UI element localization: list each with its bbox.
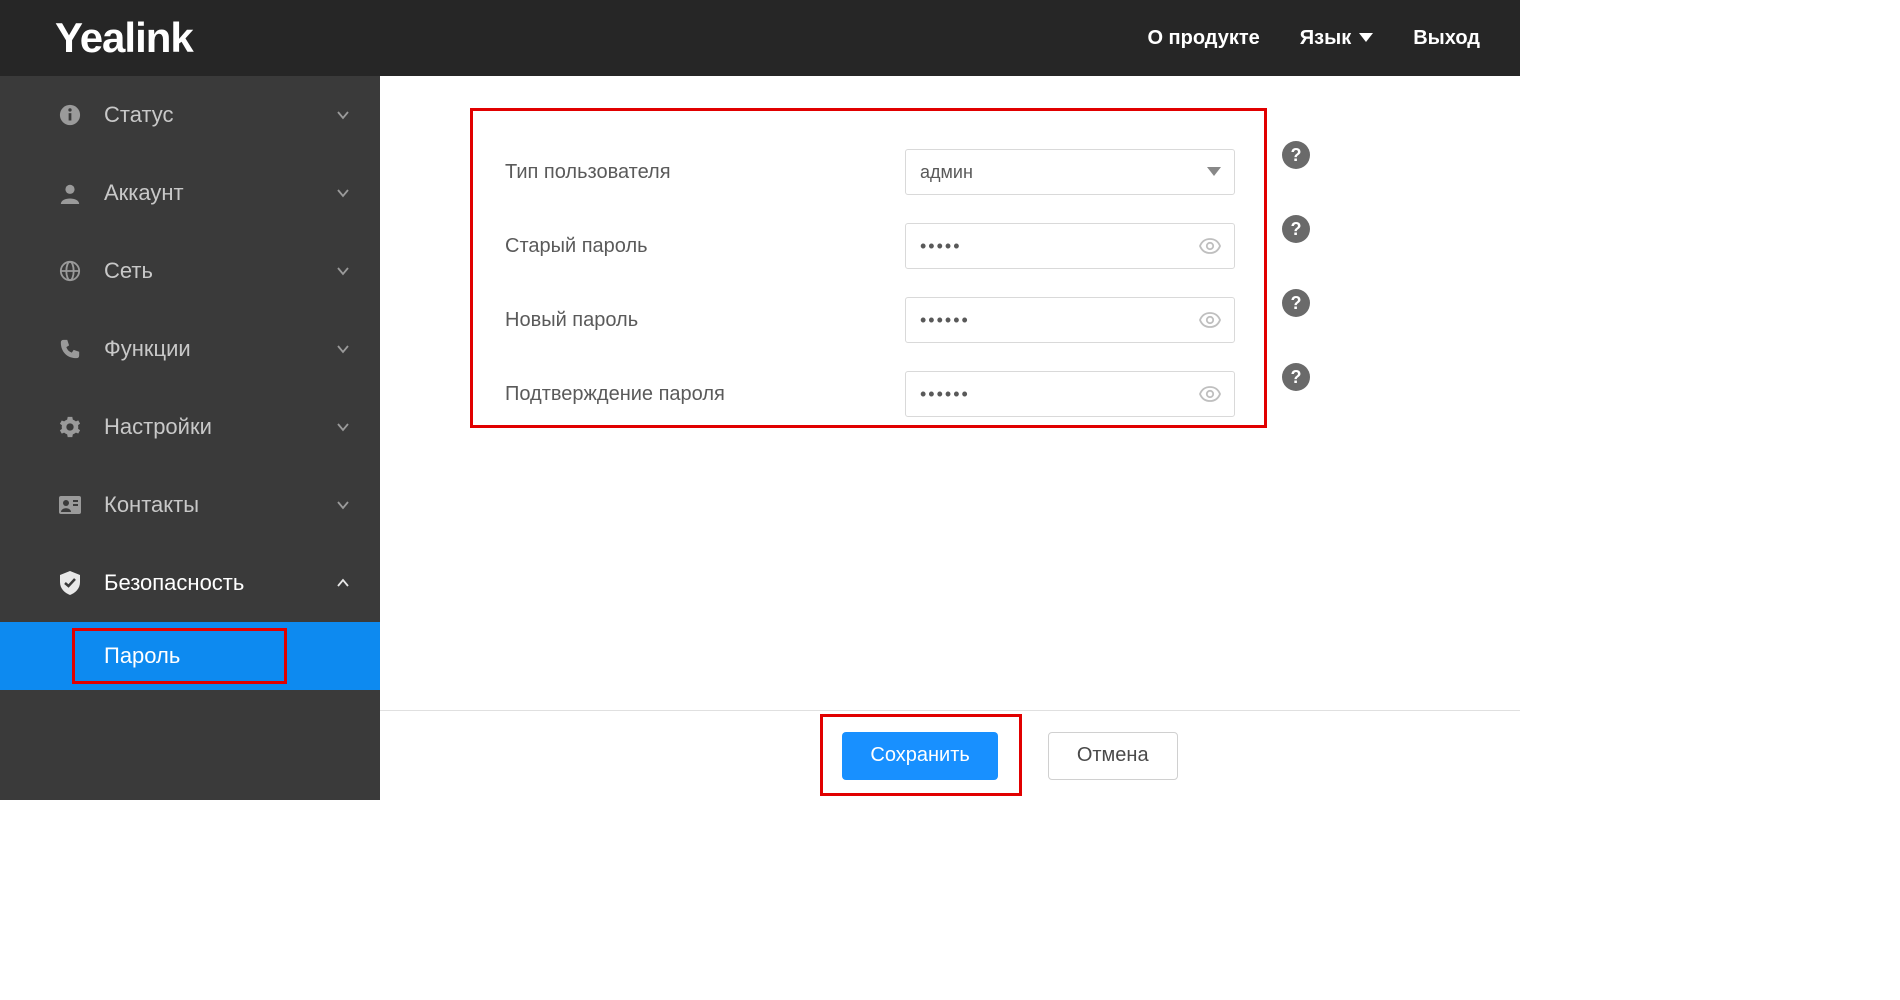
cancel-button[interactable]: Отмена (1048, 732, 1178, 780)
contacts-icon (56, 491, 84, 519)
sidebar-sub-password[interactable]: Пароль (0, 622, 380, 690)
help-icon[interactable]: ? (1282, 363, 1310, 391)
old-password-label: Старый пароль (505, 235, 905, 258)
about-label: О продукте (1147, 27, 1259, 50)
sidebar-label: Функции (104, 336, 336, 362)
logout-link[interactable]: Выход (1413, 27, 1480, 50)
help-icon[interactable]: ? (1282, 141, 1310, 169)
caret-down-icon (1359, 33, 1373, 43)
new-password-value: •••••• (920, 310, 970, 331)
sidebar-label: Аккаунт (104, 180, 336, 206)
chevron-down-icon (336, 342, 350, 356)
about-link[interactable]: О продукте (1147, 27, 1259, 50)
row-confirm-password: Подтверждение пароля •••••• (505, 357, 1248, 431)
row-user-type: Тип пользователя админ (505, 135, 1248, 209)
header-bar: Yealink О продукте Язык Выход (0, 0, 1520, 76)
info-icon (56, 101, 84, 129)
confirm-password-value: •••••• (920, 384, 970, 405)
user-type-label: Тип пользователя (505, 161, 905, 184)
chevron-down-icon (336, 108, 350, 122)
confirm-password-label: Подтверждение пароля (505, 383, 905, 406)
confirm-password-input[interactable]: •••••• (905, 371, 1235, 417)
chevron-up-icon (336, 576, 350, 590)
eye-icon[interactable] (1199, 238, 1221, 254)
chevron-down-icon (336, 264, 350, 278)
sidebar-label: Безопасность (104, 570, 336, 596)
sidebar-item-status[interactable]: Статус (0, 76, 380, 154)
user-icon (56, 179, 84, 207)
footer-actions: Сохранить Отмена (380, 710, 1520, 800)
chevron-down-icon (336, 186, 350, 200)
sidebar: Статус Аккаунт Сеть Функции Настройки (0, 76, 380, 800)
language-menu[interactable]: Язык (1300, 27, 1373, 50)
sidebar-label: Контакты (104, 492, 336, 518)
phone-icon (56, 335, 84, 363)
logout-label: Выход (1413, 27, 1480, 50)
form-highlight-box: Тип пользователя админ Старый пароль •••… (470, 108, 1267, 428)
sidebar-sub-label: Пароль (104, 643, 180, 669)
gear-icon (56, 413, 84, 441)
eye-icon[interactable] (1199, 312, 1221, 328)
row-new-password: Новый пароль •••••• (505, 283, 1248, 357)
chevron-down-icon (336, 420, 350, 434)
sidebar-item-account[interactable]: Аккаунт (0, 154, 380, 232)
row-old-password: Старый пароль ••••• (505, 209, 1248, 283)
save-button[interactable]: Сохранить (842, 732, 997, 780)
eye-icon[interactable] (1199, 386, 1221, 402)
chevron-down-icon (336, 498, 350, 512)
sidebar-item-settings[interactable]: Настройки (0, 388, 380, 466)
language-label: Язык (1300, 27, 1351, 50)
new-password-input[interactable]: •••••• (905, 297, 1235, 343)
brand-logo: Yealink (55, 14, 193, 62)
sidebar-label: Статус (104, 102, 336, 128)
sidebar-item-functions[interactable]: Функции (0, 310, 380, 388)
sidebar-label: Сеть (104, 258, 336, 284)
user-type-select[interactable]: админ (905, 149, 1235, 195)
caret-down-icon (1207, 167, 1221, 177)
new-password-label: Новый пароль (505, 309, 905, 332)
help-icon[interactable]: ? (1282, 289, 1310, 317)
shield-icon (56, 569, 84, 597)
old-password-value: ••••• (920, 236, 962, 257)
sidebar-item-network[interactable]: Сеть (0, 232, 380, 310)
globe-icon (56, 257, 84, 285)
old-password-input[interactable]: ••••• (905, 223, 1235, 269)
user-type-value: админ (920, 162, 973, 183)
content-area: Тип пользователя админ Старый пароль •••… (380, 76, 1520, 800)
sidebar-item-contacts[interactable]: Контакты (0, 466, 380, 544)
sidebar-label: Настройки (104, 414, 336, 440)
help-icon[interactable]: ? (1282, 215, 1310, 243)
sidebar-item-security[interactable]: Безопасность (0, 544, 380, 622)
